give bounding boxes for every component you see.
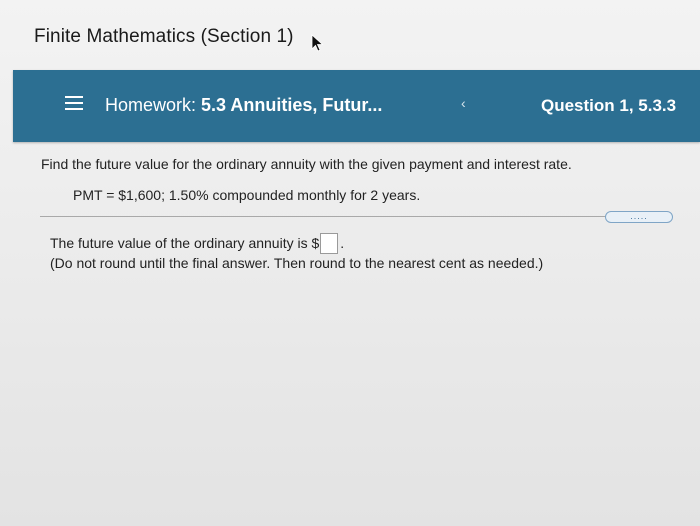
expand-more-button[interactable]: .....	[605, 211, 673, 223]
homework-assignment-name: 5.3 Annuities, Futur...	[201, 95, 383, 115]
answer-line: The future value of the ordinary annuity…	[50, 233, 345, 255]
menu-icon[interactable]	[65, 96, 83, 112]
rounding-instruction: (Do not round until the final answer. Th…	[50, 255, 544, 271]
section-divider	[40, 216, 660, 217]
homework-title[interactable]: Homework: 5.3 Annuities, Futur...	[105, 95, 382, 116]
question-number: Question 1, 5.3.3	[541, 96, 677, 115]
answer-lead-text: The future value of the ordinary annuity…	[50, 235, 320, 252]
homework-header-bar: Homework: 5.3 Annuities, Futur... ‹ Ques…	[13, 70, 700, 142]
homework-prefix: Homework:	[105, 95, 197, 115]
course-title: Finite Mathematics (Section 1)	[34, 26, 294, 47]
mouse-cursor-icon	[311, 34, 324, 52]
problem-prompt: Find the future value for the ordinary a…	[41, 156, 572, 172]
answer-input[interactable]	[320, 233, 339, 254]
previous-chevron-icon[interactable]: ‹	[461, 95, 466, 111]
answer-period: .	[340, 235, 345, 252]
problem-given-values: PMT = $1,600; 1.50% compounded monthly f…	[73, 187, 421, 203]
